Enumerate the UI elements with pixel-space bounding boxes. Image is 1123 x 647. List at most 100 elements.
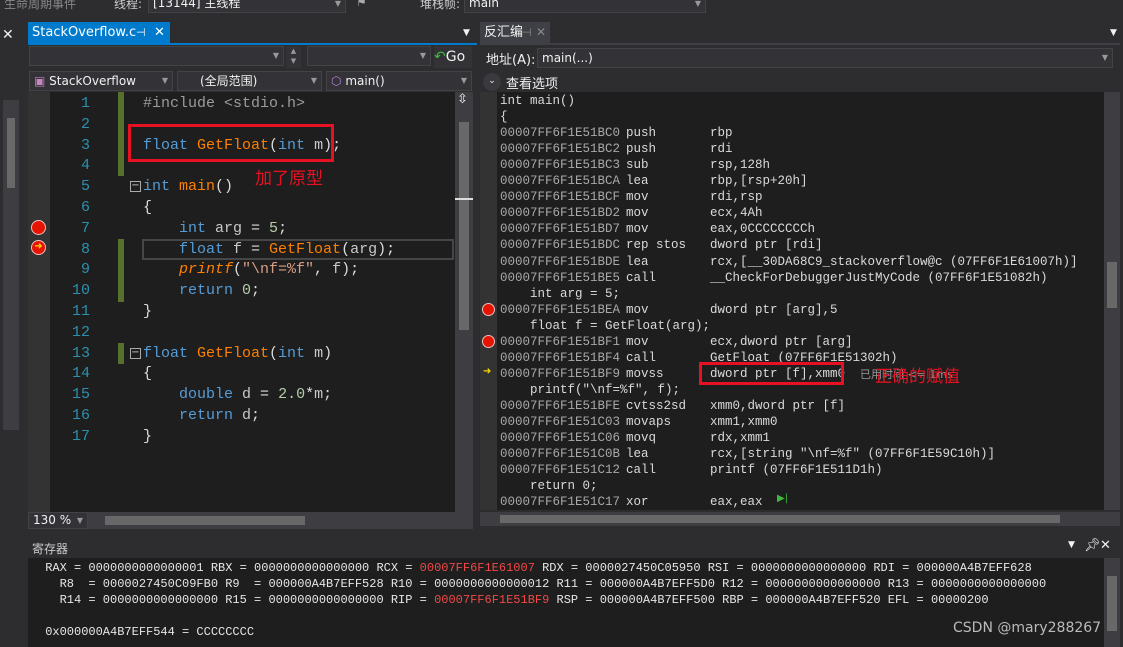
nav-updown-button[interactable]: ▲ ▼ <box>286 46 301 68</box>
tab-label: 反汇编 <box>484 25 524 40</box>
close-icon[interactable]: ✕ <box>154 22 165 43</box>
instruction-operands: dword ptr [arg],5 <box>710 302 838 317</box>
line-number: 15 <box>71 386 90 404</box>
code-line: double d = 2.0*m; <box>143 384 332 405</box>
thread-combo[interactable]: [13144] 主线程 ▼ <box>148 0 346 13</box>
instruction-address: 00007FF6F1E51BF9 <box>500 366 621 381</box>
go-label: Go <box>445 49 466 65</box>
close-icon[interactable]: ✕ <box>2 27 14 43</box>
code-token: 0 <box>242 282 252 300</box>
tab-overflow-icon[interactable]: ▼ <box>463 28 470 38</box>
code-line: { <box>143 363 152 384</box>
register-text: R8 = 0000027450C09FB0 R9 = 000000A4B7EFF… <box>38 577 1047 591</box>
go-button[interactable]: ↶Go <box>434 46 472 68</box>
zoom-combo[interactable]: 130 % ▼ <box>28 512 88 529</box>
nav-combo-left[interactable]: ▼ <box>29 46 284 66</box>
scope-combo[interactable]: (全局范围) ▼ <box>177 71 322 91</box>
run-to-click-icon[interactable]: ▶| <box>777 493 788 504</box>
split-icon[interactable]: ⇳ <box>457 92 468 107</box>
instruction-address: 00007FF6F1E51BD7 <box>500 222 621 237</box>
annotation-box <box>699 362 844 385</box>
line-number: 16 <box>71 407 90 424</box>
code-token: d <box>242 386 252 404</box>
disassembly-vertical-scrollbar[interactable] <box>1104 92 1120 510</box>
chevron-down-icon[interactable]: ⌄ <box>483 73 501 91</box>
annotation-box <box>128 124 334 162</box>
editor-horizontal-scrollbar[interactable] <box>105 516 305 525</box>
window-menu-icon[interactable]: ▼ <box>1068 540 1075 550</box>
instruction-address: 00007FF6F1E51C17 <box>500 495 621 510</box>
code-line: { <box>143 197 152 218</box>
instruction-operands: eax,eax <box>710 495 763 510</box>
source-line: printf("\nf=%f", f); <box>500 382 681 397</box>
stackframe-value: main <box>469 0 499 10</box>
instruction-operands: dword ptr [rdi] <box>710 238 823 253</box>
instruction-mnemonic: rep stos <box>626 238 687 253</box>
source-line: return 0; <box>500 479 598 494</box>
source-line: { <box>500 110 508 125</box>
function-combo[interactable]: ⬡ main() ▼ <box>326 71 472 91</box>
instruction-mnemonic: call <box>626 350 657 365</box>
code-token: #include <stdio.h> <box>143 95 306 112</box>
flag-icon[interactable]: ⚑ <box>356 0 367 9</box>
address-input[interactable]: main(...) ▼ <box>537 48 1113 68</box>
pin-icon[interactable]: ⊣ <box>522 22 532 43</box>
register-text: 00007FF6F1E61007 <box>419 561 535 575</box>
breakpoint-icon[interactable] <box>482 334 495 348</box>
registers-scrollbar[interactable] <box>1104 558 1120 647</box>
collapse-icon[interactable]: − <box>130 347 141 359</box>
instruction-mnemonic: mov <box>626 222 649 237</box>
instruction-mnemonic: mov <box>626 334 649 349</box>
tab-stackoverflow-c[interactable]: StackOverflow.c ⊣ ✕ <box>28 22 170 43</box>
tab-disassembly[interactable]: 反汇编 ⊣ ✕ <box>480 22 550 43</box>
pin-icon[interactable]: ⊣ <box>136 22 146 43</box>
code-line: } <box>143 301 152 322</box>
code-token: f <box>332 261 342 279</box>
code-token: * <box>305 386 315 404</box>
instruction-mnemonic: xor <box>626 495 649 510</box>
register-text: RAX = 0000000000000001 RBX = 00000000000… <box>38 561 420 575</box>
annotation-text: 正确的赋值 <box>875 367 960 387</box>
instruction-operands: rdi,rsp <box>710 190 763 205</box>
instruction-address: 00007FF6F1E51BE5 <box>500 270 621 285</box>
code-token: int <box>143 219 216 237</box>
chevron-down-icon: ▼ <box>334 0 341 8</box>
collapse-icon[interactable]: − <box>130 181 141 193</box>
instruction-operands: __CheckForDebuggerJustMyCode (07FF6F1E51… <box>710 270 1048 285</box>
disassembly-view[interactable]: int main() {00007FF6F1E51BC0 push rbp 00007F… <box>480 92 1104 510</box>
lifecycle-events-button[interactable]: 生命周期事件 <box>4 0 76 12</box>
zoom-value: 130 % <box>33 513 72 527</box>
code-token: int <box>143 178 180 196</box>
register-line: R8 = 0000027450C09FB0 R9 = 000000A4B7EFF… <box>38 576 1104 592</box>
current-line-highlight <box>142 239 454 260</box>
left-scrollbar[interactable] <box>3 100 19 430</box>
pin-icon[interactable]: 📌︎ <box>1084 538 1101 553</box>
code-editor[interactable]: ➜ 1 #include <stdio.h> 2 3 float GetFloat(in… <box>28 92 455 512</box>
project-combo[interactable]: ▣ StackOverflow ▼ <box>29 71 173 91</box>
breakpoint-margin[interactable] <box>480 92 497 510</box>
code-token: ; <box>251 282 261 300</box>
code-token: { <box>143 365 153 383</box>
current-statement-arrow-icon[interactable]: ➜ <box>31 240 46 255</box>
instruction-address: 00007FF6F1E51C12 <box>500 463 621 478</box>
line-number: 17 <box>71 427 90 445</box>
tab-overflow-icon[interactable]: ▼ <box>1110 28 1117 38</box>
instruction-address: 00007FF6F1E51C03 <box>500 415 621 429</box>
left-tool-strip: ✕ <box>0 22 24 537</box>
breakpoint-icon[interactable] <box>31 220 46 235</box>
line-number: 14 <box>71 365 90 383</box>
line-number: 3 <box>80 136 90 154</box>
line-number: 2 <box>80 115 90 133</box>
registers-view[interactable]: RAX = 0000000000000001 RBX = 00000000000… <box>28 558 1104 647</box>
disassembly-horizontal-scrollbar[interactable] <box>480 512 1120 526</box>
close-icon[interactable]: ✕ <box>1100 538 1111 553</box>
watermark: CSDN @mary288267 <box>953 620 1102 636</box>
editor-vertical-scrollbar[interactable]: ⇳ <box>455 92 473 512</box>
code-token: double <box>143 386 243 404</box>
nav-combo-right[interactable]: ▼ <box>307 46 431 66</box>
view-options-toggle[interactable]: 查看选项 <box>506 73 558 92</box>
stackframe-combo[interactable]: main ▼ <box>464 0 706 13</box>
close-icon[interactable]: ✕ <box>536 22 546 43</box>
breakpoint-icon[interactable] <box>482 302 495 316</box>
instruction-operands: rbp <box>710 126 733 141</box>
